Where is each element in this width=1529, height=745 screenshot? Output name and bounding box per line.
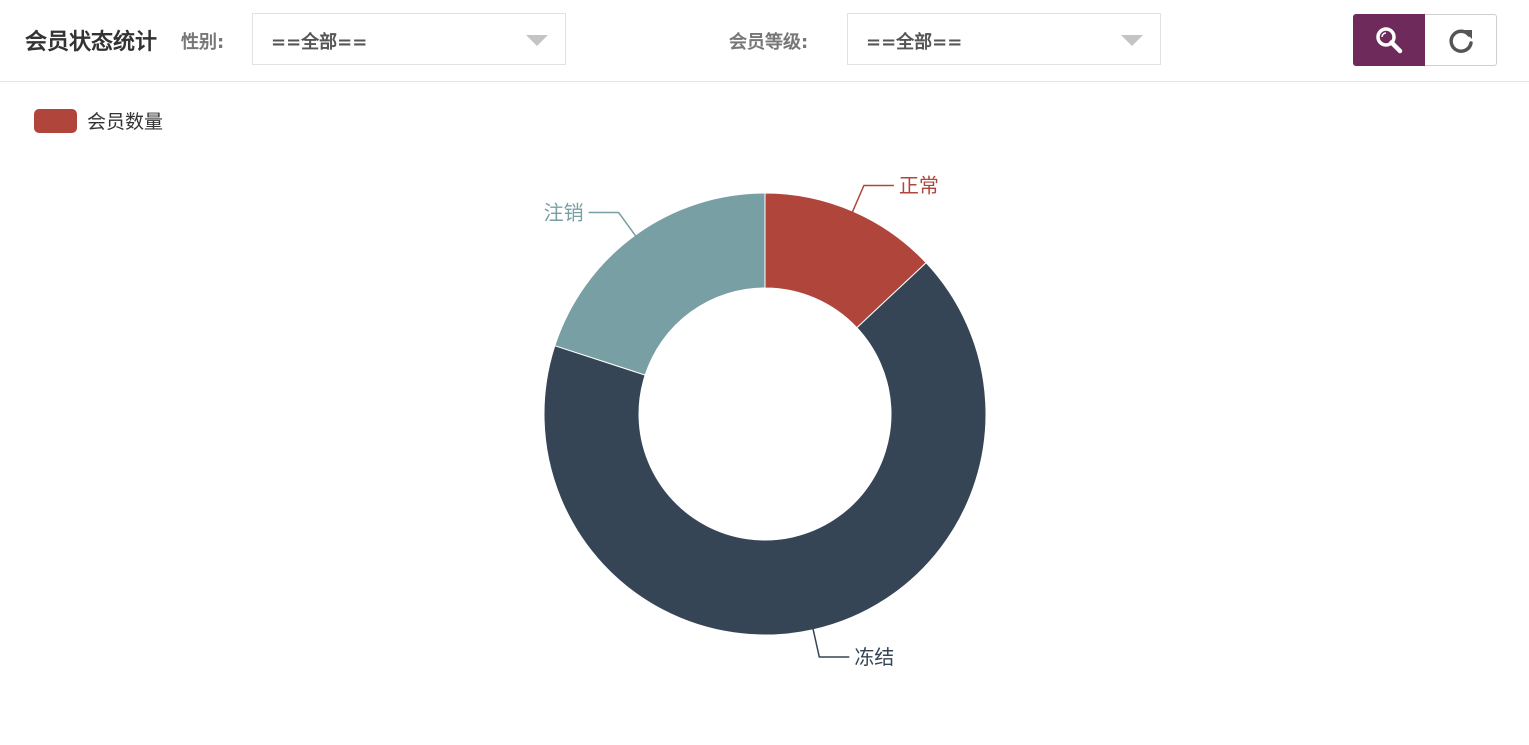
donut-chart: 正常冻结 注销	[543, 173, 987, 669]
slice-label: 正常	[899, 173, 939, 197]
slice-label: 冻结	[854, 645, 894, 669]
slice-label: 注销	[544, 201, 584, 225]
pie-slice-3[interactable]	[554, 192, 766, 376]
